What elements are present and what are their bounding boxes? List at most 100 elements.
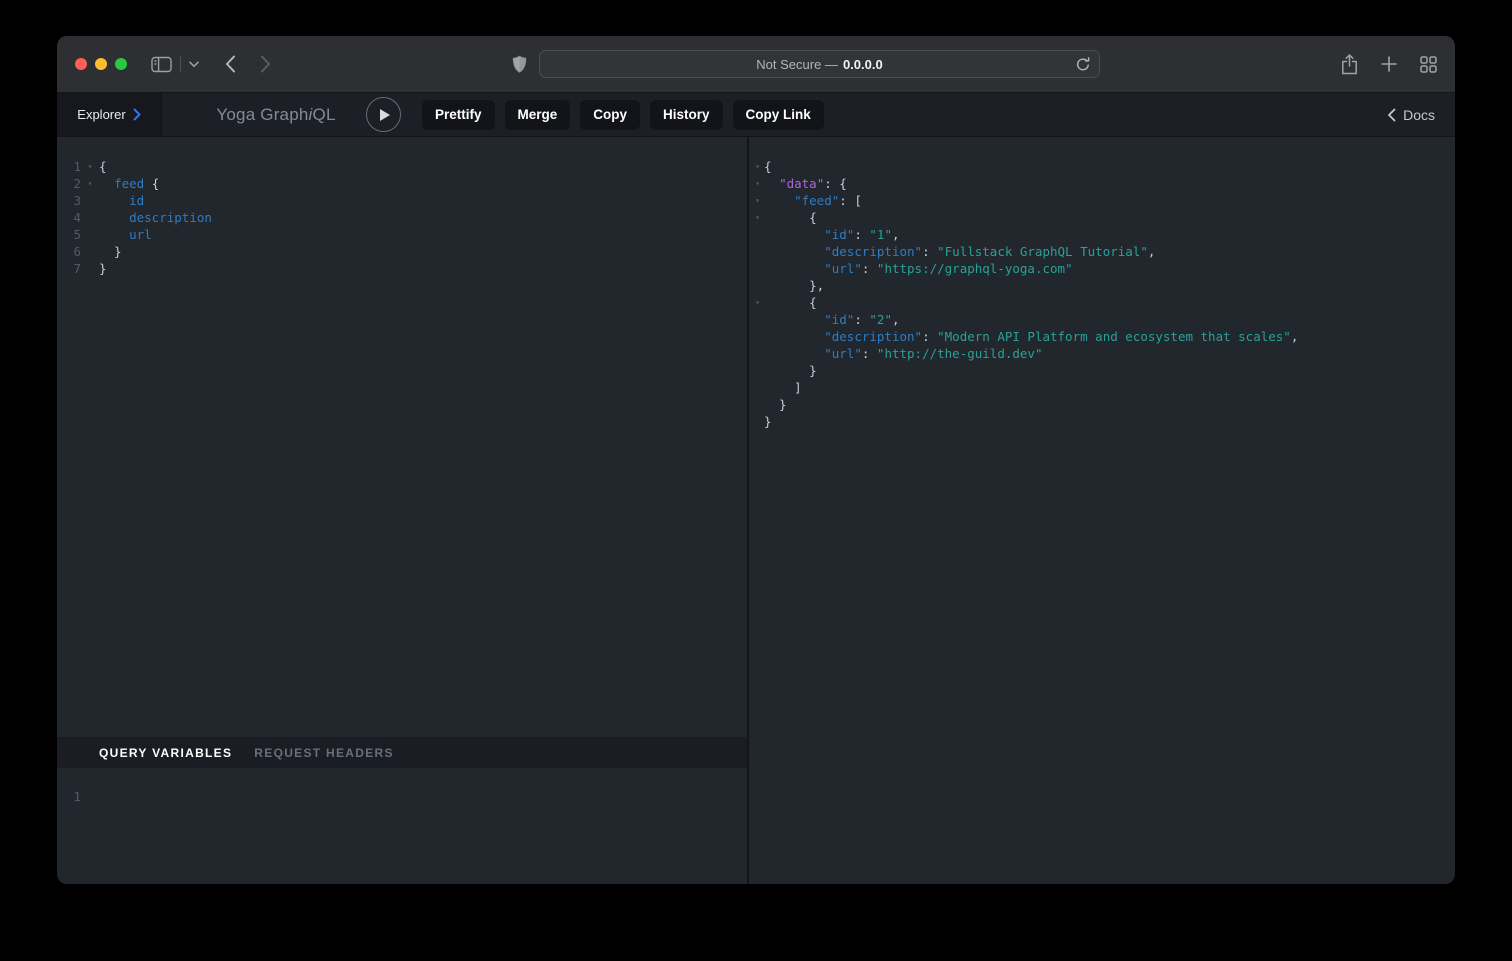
code-line: 5 url [57,226,747,243]
fold-arrow-icon[interactable]: ▾ [751,294,764,311]
fold-gutter [81,192,99,209]
code-line: ▾ { [751,294,1455,311]
fold-gutter [751,226,764,243]
left-pane: 1▾{2▾ feed {3 id4 description5 url6 }7} … [57,137,749,884]
code-text: ] [764,379,802,396]
toolbar-buttons: Prettify Merge Copy History Copy Link [422,100,824,130]
new-tab-icon[interactable] [1381,56,1397,72]
code-line: "id": "2", [751,311,1455,328]
variables-editor[interactable]: 1 [57,768,747,884]
browser-window: Not Secure — 0.0.0.0 [57,36,1455,884]
fold-gutter [751,260,764,277]
line-number: 7 [57,260,81,277]
fold-arrow-icon[interactable]: ▾ [751,175,764,192]
variables-tab-bar: QUERY VARIABLES REQUEST HEADERS [57,737,747,768]
code-text: } [764,362,817,379]
code-text: "feed": [ [764,192,862,209]
code-text: "id": "1", [764,226,900,243]
fold-gutter [751,396,764,413]
code-line: ▾ { [751,209,1455,226]
line-number: 1 [57,788,81,805]
explorer-label: Explorer [77,107,125,122]
code-text: feed { [99,175,159,192]
code-text: } [99,243,122,260]
chevron-down-icon[interactable] [189,61,199,68]
code-line: ] [751,379,1455,396]
graphiql-toolbar: Explorer Yoga GraphiQL PrettifyMergeCopy… [57,92,1455,137]
code-text: { [764,158,772,175]
response-viewer[interactable]: ▾{▾ "data": {▾ "feed": [▾ { "id": "1", "… [749,137,1455,884]
zoom-button[interactable] [115,58,127,70]
shield-icon[interactable] [512,55,527,74]
copy-link-button[interactable]: Copy Link [733,100,824,130]
code-text: "description": "Fullstack GraphQL Tutori… [764,243,1155,260]
tab-query-variables[interactable]: QUERY VARIABLES [99,746,232,760]
code-line: "url": "https://graphql-yoga.com" [751,260,1455,277]
fold-gutter [751,362,764,379]
docs-label: Docs [1403,107,1435,123]
code-text: }, [764,277,824,294]
code-line: } [751,413,1455,430]
fold-arrow-icon[interactable]: ▾ [81,158,99,175]
divider [180,56,181,72]
back-icon[interactable] [225,55,236,73]
forward-icon[interactable] [260,55,271,73]
tab-request-headers[interactable]: REQUEST HEADERS [254,746,394,760]
code-text: "id": "2", [764,311,900,328]
copy-button[interactable]: Copy [580,100,640,130]
code-line: } [751,396,1455,413]
fold-gutter [751,345,764,362]
fold-arrow-icon[interactable]: ▾ [751,158,764,175]
line-number: 6 [57,243,81,260]
share-icon[interactable] [1341,54,1358,75]
prettify-button[interactable]: Prettify [422,100,495,130]
code-line: "description": "Fullstack GraphQL Tutori… [751,243,1455,260]
code-text: } [764,413,772,430]
line-number: 3 [57,192,81,209]
refresh-icon[interactable] [1076,57,1090,72]
code-text: { [764,294,817,311]
fold-gutter [751,379,764,396]
code-line: }, [751,277,1455,294]
tab-overview-icon[interactable] [1420,56,1437,73]
merge-button[interactable]: Merge [505,100,571,130]
code-line: } [751,362,1455,379]
code-line: 1 [57,788,747,805]
fold-gutter [751,413,764,430]
docs-button[interactable]: Docs [1387,107,1435,123]
code-line: 2▾ feed { [57,175,747,192]
fold-arrow-icon[interactable]: ▾ [81,175,99,192]
line-number: 4 [57,209,81,226]
code-line: "url": "http://the-guild.dev" [751,345,1455,362]
code-line: 7} [57,260,747,277]
explorer-button[interactable]: Explorer [57,93,162,136]
url-host: 0.0.0.0 [843,57,883,72]
fold-gutter [751,311,764,328]
fold-arrow-icon[interactable]: ▾ [751,209,764,226]
play-icon [380,109,390,121]
fold-gutter [81,243,99,260]
address-bar[interactable]: Not Secure — 0.0.0.0 [539,50,1100,78]
code-text: } [764,396,787,413]
history-button[interactable]: History [650,100,723,130]
code-text: "url": "https://graphql-yoga.com" [764,260,1073,277]
code-line: 1▾{ [57,158,747,175]
fold-gutter [81,226,99,243]
code-line: "description": "Modern API Platform and … [751,328,1455,345]
code-text: id [99,192,144,209]
fold-gutter [81,209,99,226]
code-text: description [99,209,212,226]
minimize-button[interactable] [95,58,107,70]
line-number: 2 [57,175,81,192]
query-editor[interactable]: 1▾{2▾ feed {3 id4 description5 url6 }7} [57,137,747,737]
sidebar-controls [151,56,199,73]
execute-query-button[interactable] [366,97,401,132]
code-text: { [99,158,107,175]
main-content: 1▾{2▾ feed {3 id4 description5 url6 }7} … [57,137,1455,884]
code-line: ▾ "data": { [751,175,1455,192]
fold-arrow-icon[interactable]: ▾ [751,192,764,209]
sidebar-icon[interactable] [151,56,172,73]
fold-gutter [81,260,99,277]
close-button[interactable] [75,58,87,70]
code-line: 4 description [57,209,747,226]
